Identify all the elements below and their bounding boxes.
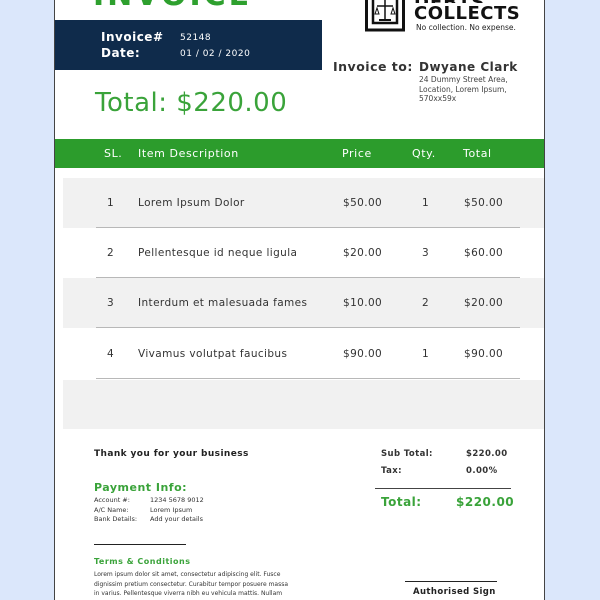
brand-name: COLLECTS xyxy=(414,3,527,24)
row-sl: 3 xyxy=(107,297,115,309)
table-row: 4 Vivamus volutpat faucibus $90.00 1 $90… xyxy=(63,329,544,379)
bank-details: Add your details xyxy=(150,515,203,523)
terms-title: Terms & Conditions xyxy=(94,557,191,566)
row-qty: 3 xyxy=(422,247,430,259)
grand-total-label: Total: xyxy=(381,495,422,509)
signature-line xyxy=(405,581,497,582)
row-description: Vivamus volutpat faucibus xyxy=(138,348,288,360)
signature-label: Authorised Sign xyxy=(413,587,496,597)
account-name-label: A/C Name: xyxy=(94,506,129,514)
row-divider xyxy=(96,378,520,379)
header-total: Total xyxy=(463,147,492,160)
account-label: Account #: xyxy=(94,496,130,504)
invoice-date-label: Date: xyxy=(101,46,141,60)
header-description: Item Description xyxy=(138,147,239,160)
row-total: $20.00 xyxy=(464,297,504,309)
terms-divider xyxy=(94,544,186,545)
grand-total-value: $220.00 xyxy=(456,495,515,509)
table-row: 2 Pellentesque id neque ligula $20.00 3 … xyxy=(63,228,544,278)
row-sl: 4 xyxy=(107,348,115,360)
row-divider xyxy=(96,327,520,328)
row-description: Lorem Ipsum Dolor xyxy=(138,197,245,209)
row-qty: 1 xyxy=(422,197,430,209)
row-price: $10.00 xyxy=(343,297,383,309)
summary-divider xyxy=(375,488,511,489)
row-price: $20.00 xyxy=(343,247,383,259)
subtotal-label: Sub Total: xyxy=(381,449,433,459)
invoice-page: INVOICE Invoice# 52148 Date: 01 / 02 / 2… xyxy=(54,0,545,600)
header-qty: Qty. xyxy=(412,147,436,160)
account-number: 1234 5678 9012 xyxy=(150,496,204,504)
invoice-number-label: Invoice# xyxy=(101,30,164,44)
bill-to-name: Dwyane Clark xyxy=(419,60,518,74)
brand-logo xyxy=(365,0,405,32)
row-sl: 1 xyxy=(107,197,115,209)
invoice-meta-panel: Invoice# 52148 Date: 01 / 02 / 2020 xyxy=(55,20,322,70)
row-price: $90.00 xyxy=(343,348,383,360)
bank-details-label: Bank Details: xyxy=(94,515,138,523)
subtotal-value: $220.00 xyxy=(466,449,508,459)
table-row: 1 Lorem Ipsum Dolor $50.00 1 $50.00 xyxy=(63,178,544,228)
account-name: Lorem Ipsum xyxy=(150,506,193,514)
row-description: Pellentesque id neque ligula xyxy=(138,247,298,259)
invoice-title: INVOICE xyxy=(93,0,252,13)
row-qty: 1 xyxy=(422,348,430,360)
bill-to-label: Invoice to: xyxy=(333,59,413,74)
bill-to-address: 24 Dummy Street Area, Location, Lorem Ip… xyxy=(419,75,508,103)
tax-value: 0.00% xyxy=(466,466,498,476)
thanks-note: Thank you for your business xyxy=(94,449,249,459)
invoice-number: 52148 xyxy=(180,33,212,43)
table-footer-band xyxy=(63,380,544,429)
row-total: $60.00 xyxy=(464,247,504,259)
row-total: $50.00 xyxy=(464,197,504,209)
header-price: Price xyxy=(342,147,372,160)
scales-icon xyxy=(365,0,405,32)
row-price: $50.00 xyxy=(343,197,383,209)
row-description: Interdum et malesuada fames xyxy=(138,297,308,309)
invoice-date: 01 / 02 / 2020 xyxy=(180,49,251,59)
table-header: SL. Item Description Price Qty. Total xyxy=(55,139,544,168)
tax-label: Tax: xyxy=(381,466,402,476)
row-qty: 2 xyxy=(422,297,430,309)
payment-title: Payment Info: xyxy=(94,481,188,494)
total-banner: Total: $220.00 xyxy=(95,88,288,118)
brand-tagline: No collection. No expense. xyxy=(416,23,516,32)
row-sl: 2 xyxy=(107,247,115,259)
row-total: $90.00 xyxy=(464,348,504,360)
terms-text: Lorem ipsum dolor sit amet, consectetur … xyxy=(94,571,289,600)
header-sl: SL. xyxy=(104,147,123,160)
table-row: 3 Interdum et malesuada fames $10.00 2 $… xyxy=(63,278,544,328)
